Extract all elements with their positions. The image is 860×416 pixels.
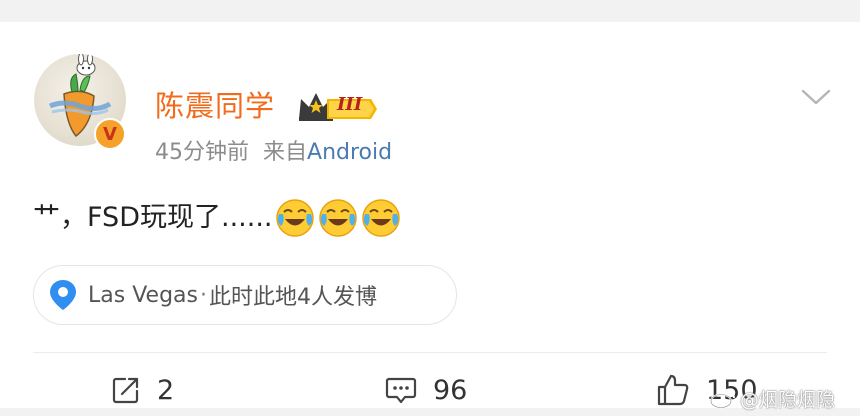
membership-level-badge[interactable]: III	[297, 89, 379, 125]
repost-count: 2	[157, 374, 175, 406]
laugh-cry-emoji-icon	[362, 199, 401, 237]
laugh-cry-emoji-icon	[276, 199, 315, 237]
location-info: 此时此地4人发博	[208, 285, 377, 310]
location-place: Las Vegas	[88, 282, 198, 308]
comment-icon	[385, 377, 417, 404]
location-chip[interactable]: Las Vegas · 此时此地4人发博	[33, 265, 457, 325]
post-meta: 45分钟前 来自Android	[155, 138, 392, 168]
post-time: 45分钟前	[155, 140, 249, 165]
membership-level-text: III	[337, 94, 363, 115]
post-source-prefix: 来自	[263, 140, 308, 165]
verified-badge-letter: V	[103, 123, 117, 145]
verified-badge: V	[94, 118, 126, 150]
comment-button[interactable]: 96	[385, 370, 467, 410]
thumbs-up-icon	[657, 374, 689, 406]
comment-count: 96	[433, 374, 468, 406]
watermark: @烟隐烟隐	[710, 385, 835, 412]
chevron-down-icon[interactable]	[800, 86, 832, 108]
weibo-post-card: V 陈震同学 III 45分钟前 来自Android 艹，FSD玩现了......	[0, 22, 860, 408]
post-text: 艹，FSD玩现了......	[33, 202, 273, 233]
location-pin-icon	[50, 280, 76, 310]
post-source-device[interactable]: Android	[307, 140, 392, 165]
watermark-text: @烟隐烟隐	[740, 389, 836, 411]
username[interactable]: 陈震同学	[155, 88, 275, 124]
repost-icon	[112, 377, 139, 404]
action-bar-divider	[33, 352, 827, 353]
laugh-cry-emoji-icon	[319, 199, 358, 237]
post-content: 艹，FSD玩现了......	[33, 198, 401, 238]
repost-button[interactable]: 2	[111, 370, 174, 410]
weibo-logo-icon	[710, 390, 735, 408]
location-separator: ·	[199, 282, 207, 308]
